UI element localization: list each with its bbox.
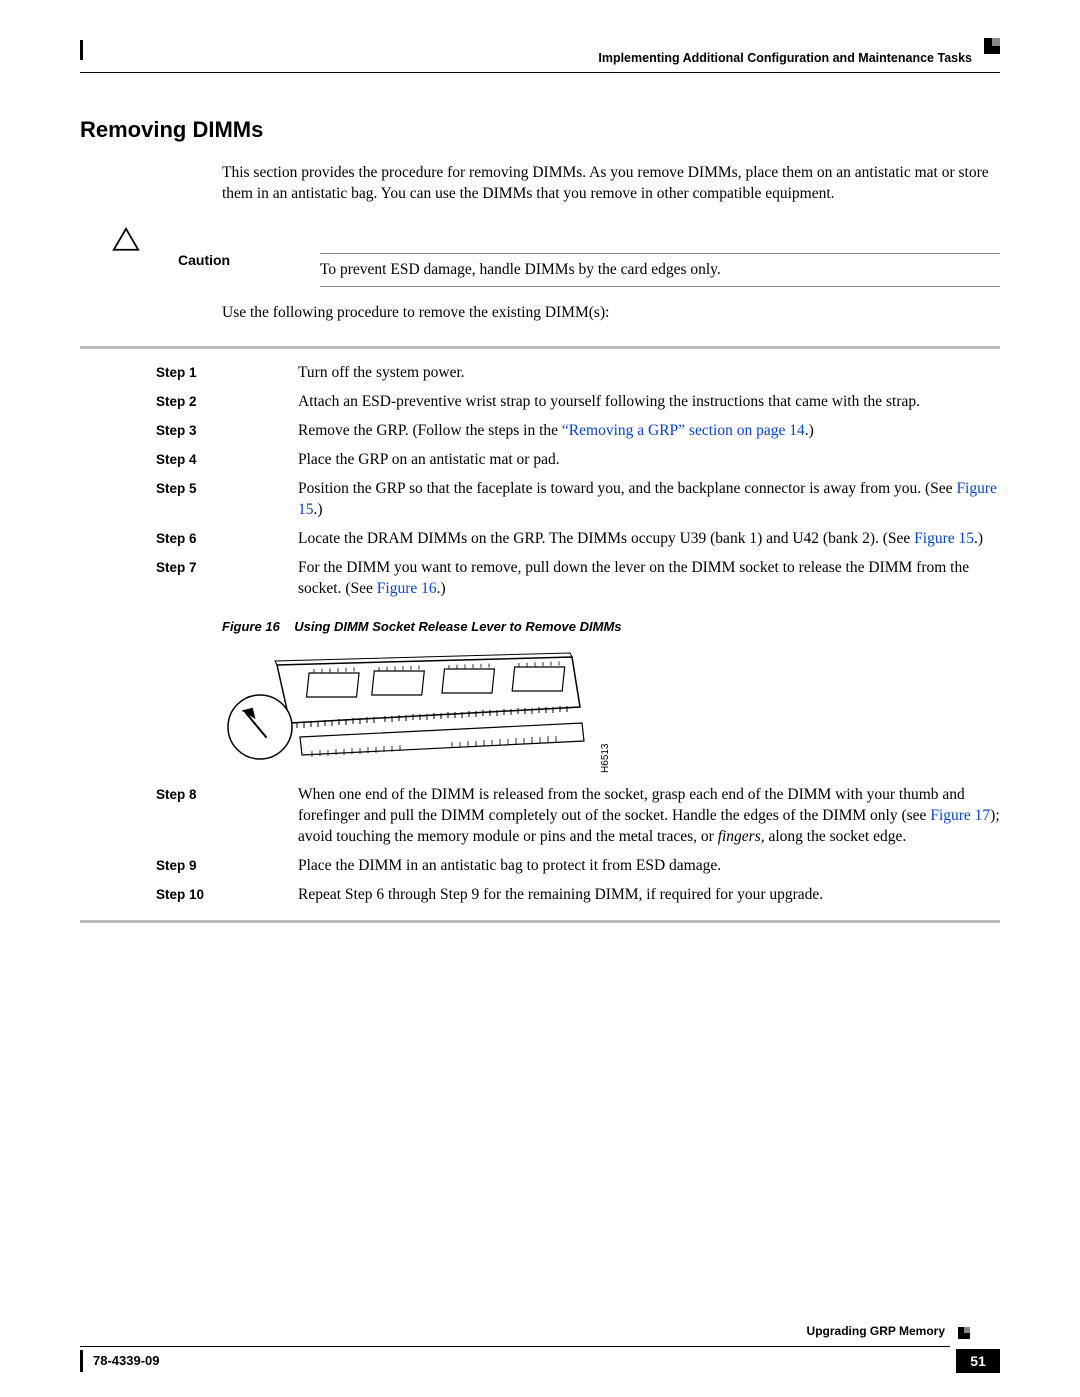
step-body: Remove the GRP. (Follow the steps in the… xyxy=(298,421,1000,442)
xref-link[interactable]: Figure 16 xyxy=(377,580,437,597)
step-text: Position the GRP so that the faceplate i… xyxy=(298,480,956,497)
step-row: Step 10 Repeat Step 6 through Step 9 for… xyxy=(80,885,1000,906)
content-area: Removing DIMMs This section provides the… xyxy=(80,105,1000,923)
section-heading: Removing DIMMs xyxy=(80,115,1000,145)
caution-icon xyxy=(112,227,140,251)
caution-label-col: Caution xyxy=(80,251,320,270)
figure-title: Using DIMM Socket Release Lever to Remov… xyxy=(294,619,621,634)
step-label: Step 2 xyxy=(80,392,298,411)
step-body: Repeat Step 6 through Step 9 for the rem… xyxy=(298,885,1000,906)
caution-rule-bottom xyxy=(320,286,1000,287)
top-right-corner-mark xyxy=(984,38,1000,54)
step-label: Step 7 xyxy=(80,558,298,577)
figure-id: H6513 xyxy=(599,743,613,772)
page: Implementing Additional Configuration an… xyxy=(0,0,1080,1397)
figure-caption: Figure 16 Using DIMM Socket Release Leve… xyxy=(222,618,1000,636)
step-row: Step 2 Attach an ESD-preventive wrist st… xyxy=(80,392,1000,413)
caution-text: To prevent ESD damage, handle DIMMs by t… xyxy=(320,260,1000,281)
step-body: Place the DIMM in an antistatic bag to p… xyxy=(298,856,1000,877)
footer-doc-number: 78-4339-09 xyxy=(93,1352,160,1370)
caution-label: Caution xyxy=(178,251,230,270)
step-label: Step 10 xyxy=(80,885,298,904)
header-rule xyxy=(80,72,1000,73)
dimm-diagram-svg xyxy=(222,645,592,765)
step-label: Step 8 xyxy=(80,785,298,804)
caution-text-row: Caution To prevent ESD damage, handle DI… xyxy=(80,251,1000,294)
step-label: Step 3 xyxy=(80,421,298,440)
step-text: .) xyxy=(805,422,814,439)
step-body: Turn off the system power. xyxy=(298,363,1000,384)
step-text: Attach an ESD-preventive wrist strap to … xyxy=(298,393,920,410)
step-label: Step 5 xyxy=(80,479,298,498)
step-text: Locate the DRAM DIMMs on the GRP. The DI… xyxy=(298,530,914,547)
step-text: Turn off the system power. xyxy=(298,364,465,381)
step-text: .) xyxy=(437,580,446,597)
step-text: Place the DIMM in an antistatic bag to p… xyxy=(298,857,721,874)
step-body: For the DIMM you want to remove, pull do… xyxy=(298,558,1000,600)
footer-doc-block: 78-4339-09 xyxy=(80,1349,160,1373)
footer-rule xyxy=(80,1346,950,1347)
step-body: Position the GRP so that the faceplate i… xyxy=(298,479,1000,521)
running-header: Implementing Additional Configuration an… xyxy=(598,50,972,67)
footer-page-number: 51 xyxy=(956,1349,1000,1373)
step-text: Place the GRP on an antistatic mat or pa… xyxy=(298,451,560,468)
step-label: Step 9 xyxy=(80,856,298,875)
xref-link[interactable]: Figure 15 xyxy=(914,530,974,547)
step-row: Step 7 For the DIMM you want to remove, … xyxy=(80,558,1000,600)
step-text: Repeat Step 6 through Step 9 for the rem… xyxy=(298,886,823,903)
footer-tick-mark xyxy=(80,1350,83,1372)
steps-block-1: Step 1 Turn off the system power. Step 2… xyxy=(80,346,1000,922)
step-row: Step 4 Place the GRP on an antistatic ma… xyxy=(80,450,1000,471)
step-row: Step 8 When one end of the DIMM is relea… xyxy=(80,785,1000,848)
figure-image: H6513 xyxy=(222,645,592,765)
caution-gutter xyxy=(80,227,222,251)
step-label: Step 6 xyxy=(80,529,298,548)
step-text: .) xyxy=(974,530,983,547)
step-row: Step 3 Remove the GRP. (Follow the steps… xyxy=(80,421,1000,442)
step-row: Step 6 Locate the DRAM DIMMs on the GRP.… xyxy=(80,529,1000,550)
xref-link[interactable]: Figure 17 xyxy=(930,807,990,824)
step-body: Locate the DRAM DIMMs on the GRP. The DI… xyxy=(298,529,1000,550)
figure-label: Figure 16 xyxy=(222,619,280,634)
caution-text-col: To prevent ESD damage, handle DIMMs by t… xyxy=(320,251,1000,294)
lead-in: Use the following procedure to remove th… xyxy=(222,303,1000,324)
caution-block xyxy=(80,227,1000,251)
step-body: When one end of the DIMM is released fro… xyxy=(298,785,1000,848)
step-row: Step 9 Place the DIMM in an antistatic b… xyxy=(80,856,1000,877)
step-row: Step 5 Position the GRP so that the face… xyxy=(80,479,1000,521)
step-text: When one end of the DIMM is released fro… xyxy=(298,786,965,824)
step-text: , along the socket edge. xyxy=(761,828,906,845)
step-label: Step 1 xyxy=(80,363,298,382)
step-row: Step 1 Turn off the system power. xyxy=(80,363,1000,384)
step-text: Remove the GRP. (Follow the steps in the xyxy=(298,422,562,439)
step-body: Place the GRP on an antistatic mat or pa… xyxy=(298,450,1000,471)
xref-link[interactable]: “Removing a GRP” section on page 14 xyxy=(562,422,805,439)
caution-rule-top xyxy=(320,253,1000,254)
caution-body xyxy=(222,227,1000,249)
step-label: Step 4 xyxy=(80,450,298,469)
steps-end-rule xyxy=(80,920,1000,923)
step-text: .) xyxy=(314,501,323,518)
intro-paragraph: This section provides the procedure for … xyxy=(222,163,1000,205)
footer-section-title: Upgrading GRP Memory xyxy=(807,1323,945,1339)
footer-corner-mark xyxy=(954,1327,970,1339)
step-body: Attach an ESD-preventive wrist strap to … xyxy=(298,392,1000,413)
step-italic: fingers xyxy=(718,828,761,845)
